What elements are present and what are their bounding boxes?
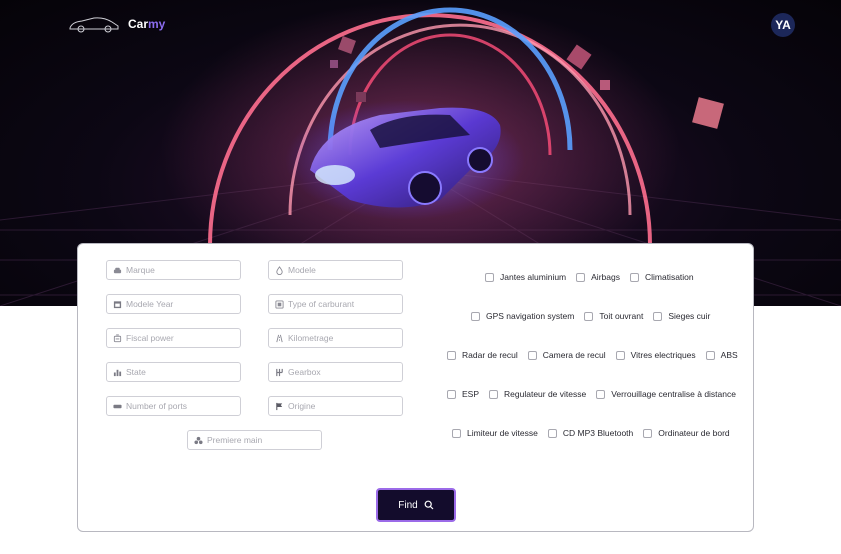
option-radar-de-recul[interactable]: Radar de recul <box>447 350 518 360</box>
options-row-1: Jantes aluminium Airbags Climatisation <box>485 272 694 282</box>
option-label: Limiteur de vitesse <box>467 428 538 438</box>
option-label: Toit ouvrant <box>599 311 644 321</box>
checkbox[interactable] <box>615 350 625 360</box>
options-row-4: ESP Regulateur de vitesse Verrouillage c… <box>447 389 736 399</box>
option-cd-mp3-bluetooth[interactable]: CD MP3 Bluetooth <box>547 428 634 438</box>
checkbox[interactable] <box>447 389 456 399</box>
checkbox[interactable] <box>705 350 715 360</box>
kilometrage-input[interactable] <box>288 333 398 343</box>
option-label: GPS navigation system <box>486 311 575 321</box>
options-row-2: GPS navigation system Toit ouvrant Siege… <box>471 311 710 321</box>
option-label: Vitres electriques <box>630 350 696 360</box>
option-airbags[interactable]: Airbags <box>576 272 620 282</box>
fuel-icon <box>275 299 284 309</box>
checkbox[interactable] <box>629 272 639 282</box>
option-label: Ordinateur de bord <box>658 428 730 438</box>
option-ordinateur-de-bord[interactable]: Ordinateur de bord <box>643 428 730 438</box>
option-toit-ouvrant[interactable]: Toit ouvrant <box>584 311 643 321</box>
option-label: Camera de recul <box>542 350 606 360</box>
search-icon <box>424 500 434 510</box>
option-label: Radar de recul <box>462 350 518 360</box>
checkbox[interactable] <box>471 311 480 321</box>
calendar-icon <box>113 300 122 308</box>
navbar: Carmy YA <box>0 0 841 50</box>
checkbox[interactable] <box>485 272 494 282</box>
state-input[interactable] <box>126 367 236 377</box>
option-jantes-aluminium[interactable]: Jantes aluminium <box>485 272 566 282</box>
drop-icon <box>276 265 283 275</box>
gearbox-icon <box>276 368 283 376</box>
logo[interactable]: Carmy <box>68 14 165 34</box>
origine-field[interactable] <box>268 396 403 416</box>
checkbox[interactable] <box>527 350 537 360</box>
option-label: Airbags <box>591 272 620 282</box>
number-of-ports-field[interactable] <box>106 396 241 416</box>
fiscal-power-input[interactable] <box>126 333 236 343</box>
options-row-3: Radar de recul Camera de recul Vitres el… <box>447 350 738 360</box>
option-verrouillage-centralise[interactable]: Verrouillage centralise à distance <box>596 389 736 399</box>
option-label: Regulateur de vitesse <box>504 389 587 399</box>
car-icon <box>113 267 122 273</box>
checkbox[interactable] <box>584 311 594 321</box>
marque-input[interactable] <box>126 265 236 275</box>
option-climatisation[interactable]: Climatisation <box>629 272 694 282</box>
origine-input[interactable] <box>288 401 398 411</box>
brand-name-accent: my <box>148 17 166 31</box>
option-camera-de-recul[interactable]: Camera de recul <box>527 350 606 360</box>
checkbox[interactable] <box>489 389 499 399</box>
marque-field[interactable] <box>106 260 241 280</box>
checkbox[interactable] <box>547 428 557 438</box>
option-label: CD MP3 Bluetooth <box>562 428 634 438</box>
engine-icon <box>113 333 122 342</box>
option-label: Climatisation <box>644 272 694 282</box>
modele-year-input[interactable] <box>126 299 236 309</box>
option-label: Verrouillage centralise à distance <box>611 389 736 399</box>
page: Carmy YA Marque Modele Modele Year Type … <box>0 0 841 554</box>
state-field[interactable] <box>106 362 241 382</box>
option-abs[interactable]: ABS <box>705 350 738 360</box>
option-label: ESP <box>462 389 480 399</box>
gearbox-input[interactable] <box>288 367 398 377</box>
carburant-input[interactable] <box>288 299 398 309</box>
modele-field[interactable] <box>268 260 403 280</box>
flag-icon <box>276 402 283 410</box>
options-row-5: Limiteur de vitesse CD MP3 Bluetooth Ord… <box>452 428 730 438</box>
bars-icon <box>113 369 122 376</box>
modele-year-field[interactable] <box>106 294 241 314</box>
search-card: Jantes aluminium Airbags Climatisation G… <box>77 243 754 532</box>
brand-name-main: Car <box>128 17 149 31</box>
car-outline-icon <box>69 17 119 33</box>
gearbox-field[interactable] <box>268 362 403 382</box>
checkbox[interactable] <box>596 389 606 399</box>
option-vitres-electriques[interactable]: Vitres electriques <box>615 350 696 360</box>
option-esp[interactable]: ESP <box>447 389 479 399</box>
road-icon <box>276 334 283 342</box>
checkbox[interactable] <box>452 428 461 438</box>
carburant-field[interactable] <box>268 294 403 314</box>
option-regulateur-de-vitesse[interactable]: Regulateur de vitesse <box>489 389 586 399</box>
checkbox[interactable] <box>447 350 456 360</box>
checkbox[interactable] <box>653 311 663 321</box>
checkbox[interactable] <box>643 428 653 438</box>
fiscal-power-field[interactable] <box>106 328 241 348</box>
option-limiteur-de-vitesse[interactable]: Limiteur de vitesse <box>452 428 538 438</box>
option-sieges-cuir[interactable]: Sieges cuir <box>653 311 710 321</box>
door-icon <box>113 404 122 408</box>
checkbox[interactable] <box>576 272 586 282</box>
number-of-ports-input[interactable] <box>126 401 236 411</box>
option-gps-navigation-system[interactable]: GPS navigation system <box>471 311 574 321</box>
brand-name: Carmy <box>128 17 165 31</box>
option-label: Sieges cuir <box>668 311 711 321</box>
users-icon <box>194 436 203 444</box>
premiere-main-input[interactable] <box>207 435 317 445</box>
modele-input[interactable] <box>288 265 398 275</box>
avatar[interactable]: YA <box>771 13 795 37</box>
kilometrage-field[interactable] <box>268 328 403 348</box>
option-label: Jantes aluminium <box>500 272 567 282</box>
premiere-main-field[interactable] <box>187 430 322 450</box>
option-label: ABS <box>720 350 738 360</box>
find-button[interactable]: Find <box>376 488 456 522</box>
find-button-label: Find <box>398 499 418 511</box>
